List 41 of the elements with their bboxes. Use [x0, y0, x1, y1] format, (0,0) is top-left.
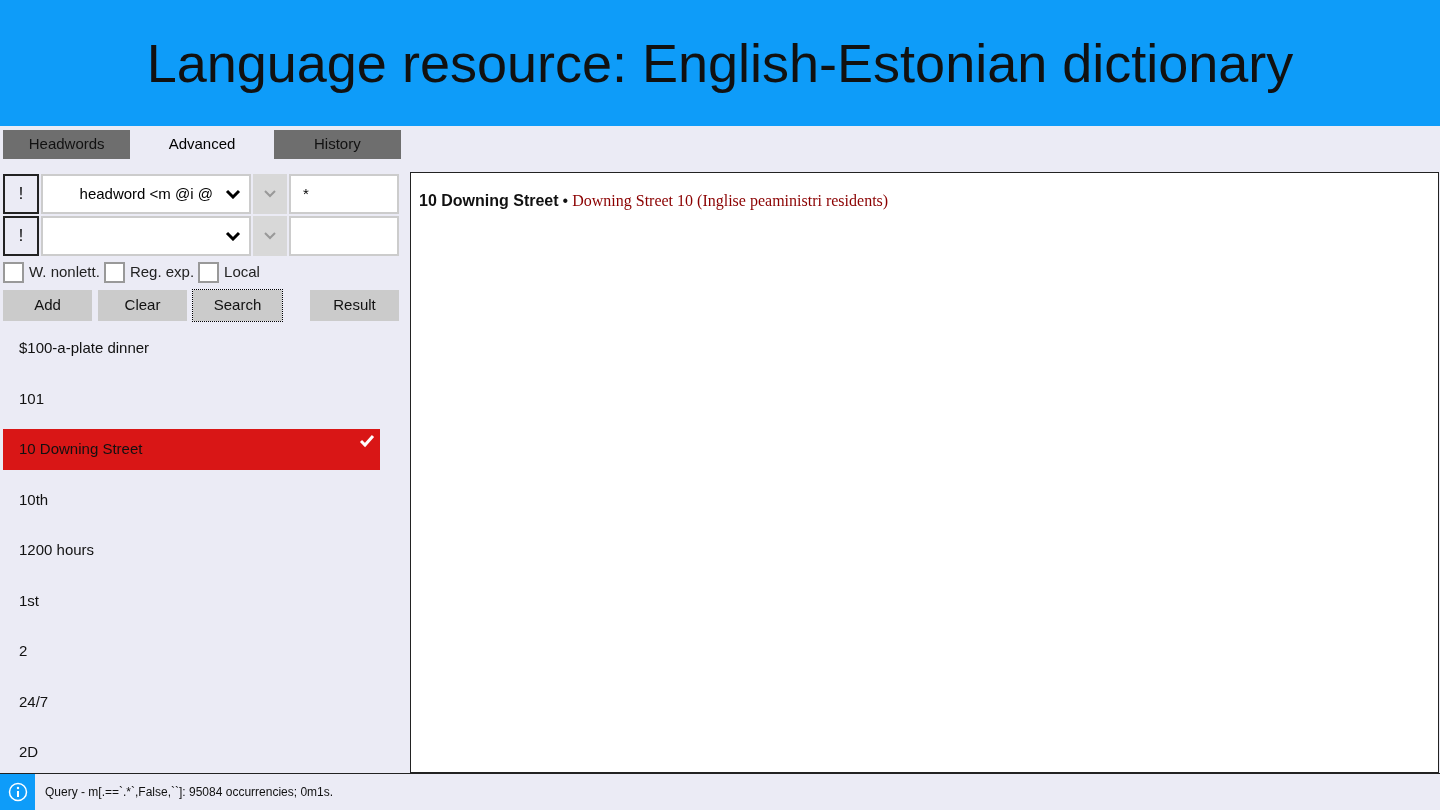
- action-button[interactable]: Add: [3, 290, 92, 321]
- result-item[interactable]: 24/7: [3, 681, 380, 723]
- field-dropdown[interactable]: [41, 216, 251, 256]
- tab[interactable]: History: [273, 130, 401, 159]
- chevron-down-icon: [264, 190, 276, 198]
- chevron-down-icon: [264, 232, 276, 240]
- entry-headword: 10 Downing Street: [419, 192, 559, 209]
- result-item[interactable]: 10th: [3, 479, 380, 521]
- checkbox[interactable]: [103, 261, 125, 283]
- value-field[interactable]: *: [289, 174, 399, 214]
- result-item[interactable]: $100-a-plate dinner: [3, 327, 380, 369]
- result-item[interactable]: 2: [3, 630, 380, 672]
- checkbox[interactable]: [198, 261, 220, 283]
- separator-dot: •: [562, 192, 569, 209]
- action-button[interactable]: Result: [310, 290, 399, 321]
- page-title: Language resource: English-Estonian dictionary: [146, 31, 1294, 95]
- result-item[interactable]: 2D: [3, 731, 380, 773]
- result-item[interactable]: 101: [3, 378, 380, 420]
- tab[interactable]: Headwords: [3, 130, 131, 159]
- info-icon: [7, 782, 28, 802]
- result-item[interactable]: 1200 hours: [3, 529, 380, 571]
- checkbox-label: Reg. exp.: [129, 261, 195, 282]
- operator-dropdown[interactable]: [253, 216, 287, 256]
- entry-translation: Downing Street 10 (Inglise peaministri residents): [572, 192, 889, 209]
- negate-button[interactable]: !: [3, 174, 39, 214]
- chevron-down-icon: [225, 189, 241, 199]
- action-button[interactable]: Search: [193, 290, 282, 321]
- action-button[interactable]: Clear: [98, 290, 187, 321]
- negate-button[interactable]: !: [3, 216, 39, 256]
- field-dropdown[interactable]: headword <m @i @: [41, 174, 251, 214]
- checkbox[interactable]: [3, 261, 24, 283]
- result-item[interactable]: 10 Downing Street: [3, 428, 380, 470]
- checkbox-label: W. nonlett.: [29, 261, 100, 282]
- check-icon: [359, 433, 375, 448]
- operator-dropdown[interactable]: [253, 174, 287, 214]
- checkbox-label: Local: [224, 261, 260, 282]
- tab[interactable]: Advanced: [138, 130, 266, 159]
- status-message: Query - m[.==`.*`,False,``]: 95084 occurrencies; 0m1s.: [45, 784, 334, 801]
- chevron-down-icon: [225, 231, 241, 241]
- value-field[interactable]: [289, 216, 399, 256]
- result-item[interactable]: 1st: [3, 580, 380, 622]
